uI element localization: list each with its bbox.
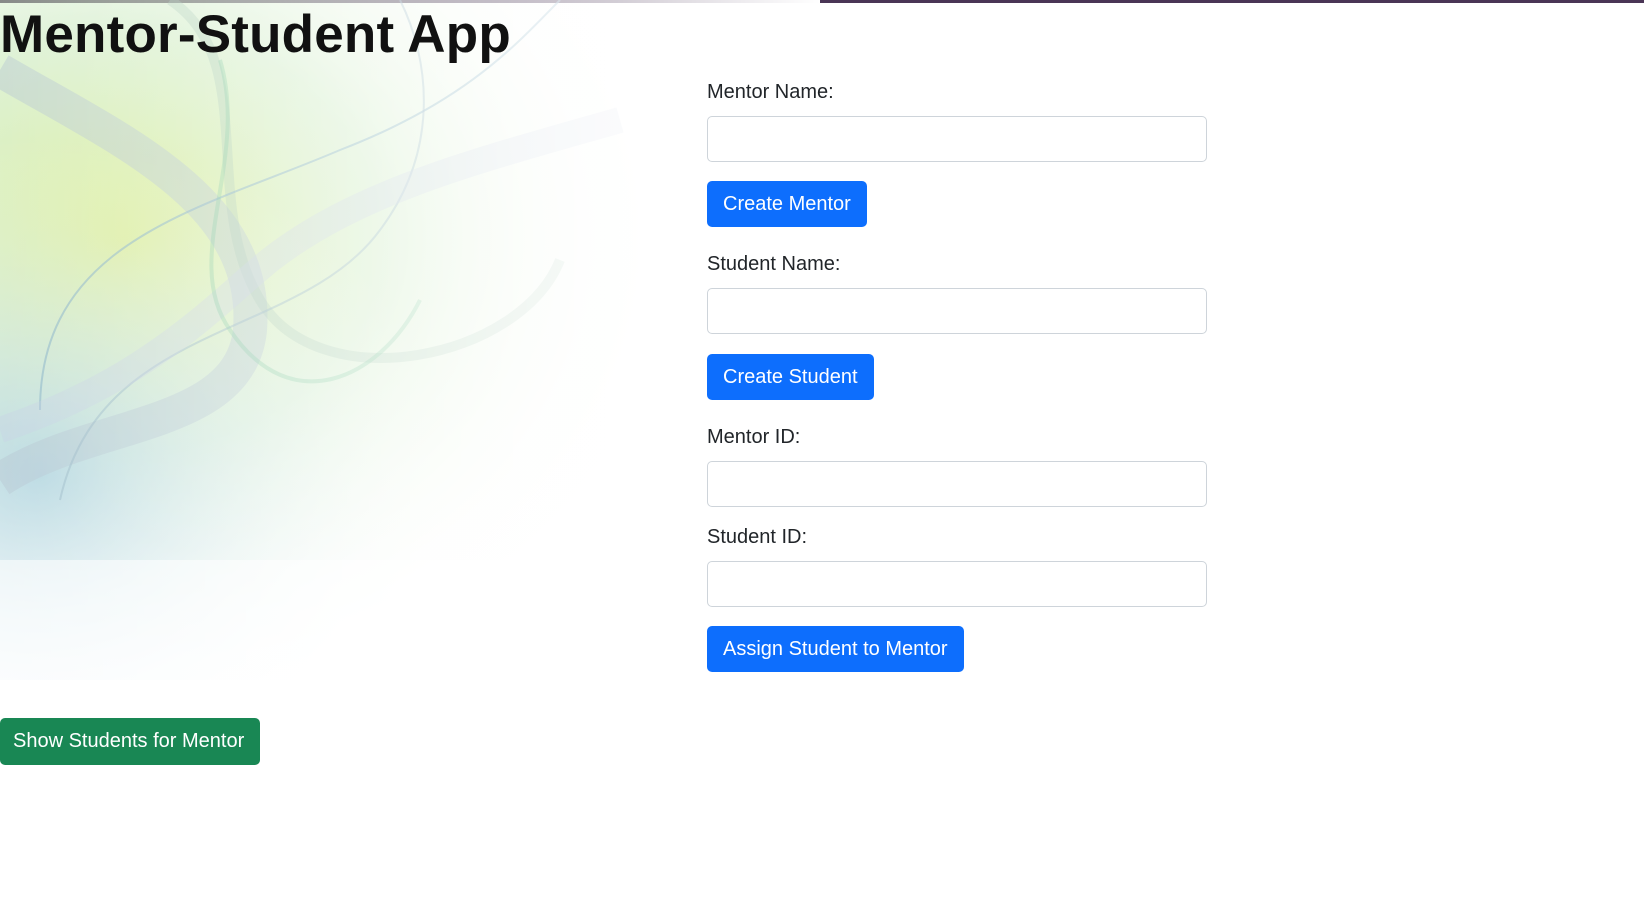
create-student-button[interactable]: Create Student [707,354,874,400]
student-id-label: Student ID: [707,526,808,548]
create-mentor-button[interactable]: Create Mentor [707,181,867,227]
background-artwork [0,0,820,680]
show-students-button[interactable]: Show Students for Mentor [0,718,261,765]
student-name-label: Student Name: [707,253,841,275]
page: Mentor-Student App Mentor Name: Create M… [0,0,1644,905]
student-name-input[interactable] [707,288,1207,334]
assign-student-button[interactable]: Assign Student to Mentor [707,626,964,672]
mentor-name-label: Mentor Name: [707,81,834,103]
student-id-input[interactable] [707,561,1207,607]
mentor-id-input[interactable] [707,461,1207,507]
mentor-name-input[interactable] [707,116,1207,162]
page-title: Mentor-Student App [0,5,511,64]
mentor-id-label: Mentor ID: [707,426,801,448]
